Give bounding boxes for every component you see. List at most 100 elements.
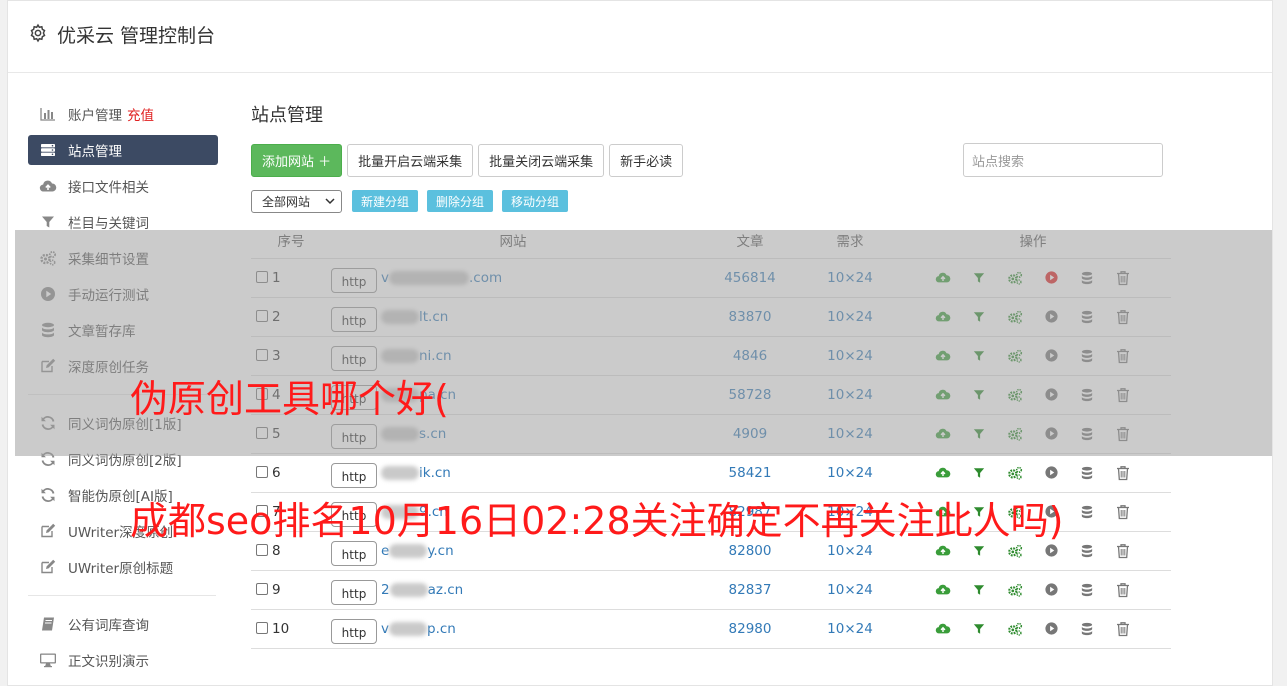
app-title: 优采云 管理控制台 xyxy=(57,25,216,47)
cloud-upload-icon xyxy=(39,177,57,195)
domain-suffix: az.cn xyxy=(427,581,464,598)
page-title: 站点管理 xyxy=(251,105,323,126)
sidebar-item-label: 栏目与关键词 xyxy=(68,216,149,232)
chevron-down-icon xyxy=(325,198,335,205)
filter-icon xyxy=(39,213,57,231)
database-icon[interactable] xyxy=(1079,621,1095,637)
protocol-badge: http xyxy=(331,618,377,644)
blurred-domain xyxy=(389,582,428,597)
filter-icon[interactable] xyxy=(971,582,987,598)
play-icon[interactable] xyxy=(1043,582,1059,598)
cogs-icon[interactable] xyxy=(1007,582,1023,598)
article-count[interactable]: 82837 xyxy=(695,570,805,610)
sidebar-item-label: 接口文件相关 xyxy=(68,180,149,196)
site-cell: http ik.cn xyxy=(331,453,695,493)
row-number-cell: 9 xyxy=(251,570,331,610)
filter-icon[interactable] xyxy=(971,465,987,481)
group-toolbar: 全部网站 新建分组 删除分组 移动分组 xyxy=(251,189,1171,213)
sidebar-divider xyxy=(28,595,216,596)
table-row: 9 http 2 az.cn 82837 10×24 xyxy=(251,570,1171,610)
requirement[interactable]: 10×24 xyxy=(805,570,895,610)
site-domain-link[interactable]: ik.cn xyxy=(381,465,451,481)
row-number-cell: 6 xyxy=(251,453,331,493)
sidebar-item-label: 正文识别演示 xyxy=(68,654,149,670)
edit-icon xyxy=(39,522,57,540)
article-count[interactable]: 58421 xyxy=(695,453,805,493)
cloud-upload-icon[interactable] xyxy=(935,582,951,598)
article-count[interactable]: 82980 xyxy=(695,609,805,649)
trash-icon[interactable] xyxy=(1115,543,1131,559)
trash-icon[interactable] xyxy=(1115,621,1131,637)
sidebar-item[interactable]: 公有词库查询 xyxy=(28,606,218,642)
group-select[interactable]: 全部网站 xyxy=(251,189,342,213)
domain-suffix: p.cn xyxy=(427,620,456,637)
cloud-upload-icon[interactable] xyxy=(935,465,951,481)
ops-cell xyxy=(895,570,1171,610)
sidebar-item[interactable]: 账户管理 充值 xyxy=(28,96,218,132)
requirement[interactable]: 10×24 xyxy=(805,453,895,493)
cogs-icon[interactable] xyxy=(1007,621,1023,637)
batch-enable-button[interactable]: 批量开启云端采集 xyxy=(347,143,474,177)
row-number: 6 xyxy=(272,464,281,481)
table-row: 6 http ik.cn 58421 10×24 xyxy=(251,453,1171,493)
row-number: 9 xyxy=(272,581,281,598)
sidebar-item-label: 账户管理 xyxy=(68,108,122,124)
play-icon[interactable] xyxy=(1043,621,1059,637)
new-group-button[interactable]: 新建分组 xyxy=(352,190,419,212)
database-icon[interactable] xyxy=(1079,465,1095,481)
trash-icon[interactable] xyxy=(1115,465,1131,481)
site-search-input[interactable]: 站点搜索 xyxy=(963,143,1163,177)
add-site-button[interactable]: 添加网站 ＋ xyxy=(251,143,343,177)
site-cell: http 2 az.cn xyxy=(331,570,695,610)
site-domain-link[interactable]: v p.cn xyxy=(381,621,456,637)
database-icon[interactable] xyxy=(1079,582,1095,598)
trash-icon[interactable] xyxy=(1115,582,1131,598)
server-icon xyxy=(39,141,57,159)
top-header: 优采云 管理控制台 xyxy=(8,1,1272,73)
monitor-icon xyxy=(39,651,57,669)
blurred-domain xyxy=(389,543,428,558)
protocol-badge: http xyxy=(331,579,377,605)
row-checkbox[interactable] xyxy=(256,465,268,478)
sidebar-item-label: 站点管理 xyxy=(68,144,122,160)
watermark-line-2: 成都seo排名10月16日02:28关注确定不再关注此人吗) xyxy=(130,499,1064,543)
requirement[interactable]: 10×24 xyxy=(805,609,895,649)
book-icon xyxy=(39,615,57,633)
beginner-guide-button[interactable]: 新手必读 xyxy=(609,143,684,177)
sidebar-item[interactable]: 站点管理 xyxy=(28,135,218,165)
sidebar-item-label: UWriter原创标题 xyxy=(68,561,174,577)
trash-icon[interactable] xyxy=(1115,504,1131,520)
play-icon[interactable] xyxy=(1043,465,1059,481)
group-select-value: 全部网站 xyxy=(262,194,311,209)
table-row: 10 http v p.cn 82980 10×24 xyxy=(251,609,1171,649)
sidebar-item-label: 公有词库查询 xyxy=(68,618,149,634)
recharge-link[interactable]: 充值 xyxy=(127,104,154,124)
blurred-domain xyxy=(381,465,419,480)
sidebar-item[interactable]: 接口文件相关 xyxy=(28,168,218,204)
filter-icon[interactable] xyxy=(971,621,987,637)
sidebar-item[interactable]: UWriter原创标题 xyxy=(28,549,218,585)
row-checkbox[interactable] xyxy=(256,582,268,595)
delete-group-button[interactable]: 删除分组 xyxy=(427,190,494,212)
domain-prefix: 2 xyxy=(381,581,390,598)
sidebar-item[interactable]: 正文识别演示 xyxy=(28,642,218,678)
row-checkbox[interactable] xyxy=(256,543,268,556)
bar-chart-icon xyxy=(39,105,57,123)
database-icon[interactable] xyxy=(1079,504,1095,520)
refresh-icon xyxy=(39,486,57,504)
watermark-line-1: 伪原创工具哪个好( xyxy=(130,377,449,421)
batch-disable-button[interactable]: 批量关闭云端采集 xyxy=(478,143,605,177)
protocol-badge: http xyxy=(331,462,377,488)
database-icon[interactable] xyxy=(1079,543,1095,559)
domain-prefix: v xyxy=(381,620,389,637)
domain-suffix: ik.cn xyxy=(419,464,451,481)
ops-cell xyxy=(895,453,1171,493)
row-number: 10 xyxy=(272,620,290,637)
blurred-domain xyxy=(389,621,427,636)
row-checkbox[interactable] xyxy=(256,621,268,634)
move-group-button[interactable]: 移动分组 xyxy=(502,190,569,212)
site-domain-link[interactable]: 2 az.cn xyxy=(381,582,463,598)
ops-cell xyxy=(895,609,1171,649)
cogs-icon[interactable] xyxy=(1007,465,1023,481)
cloud-upload-icon[interactable] xyxy=(935,621,951,637)
